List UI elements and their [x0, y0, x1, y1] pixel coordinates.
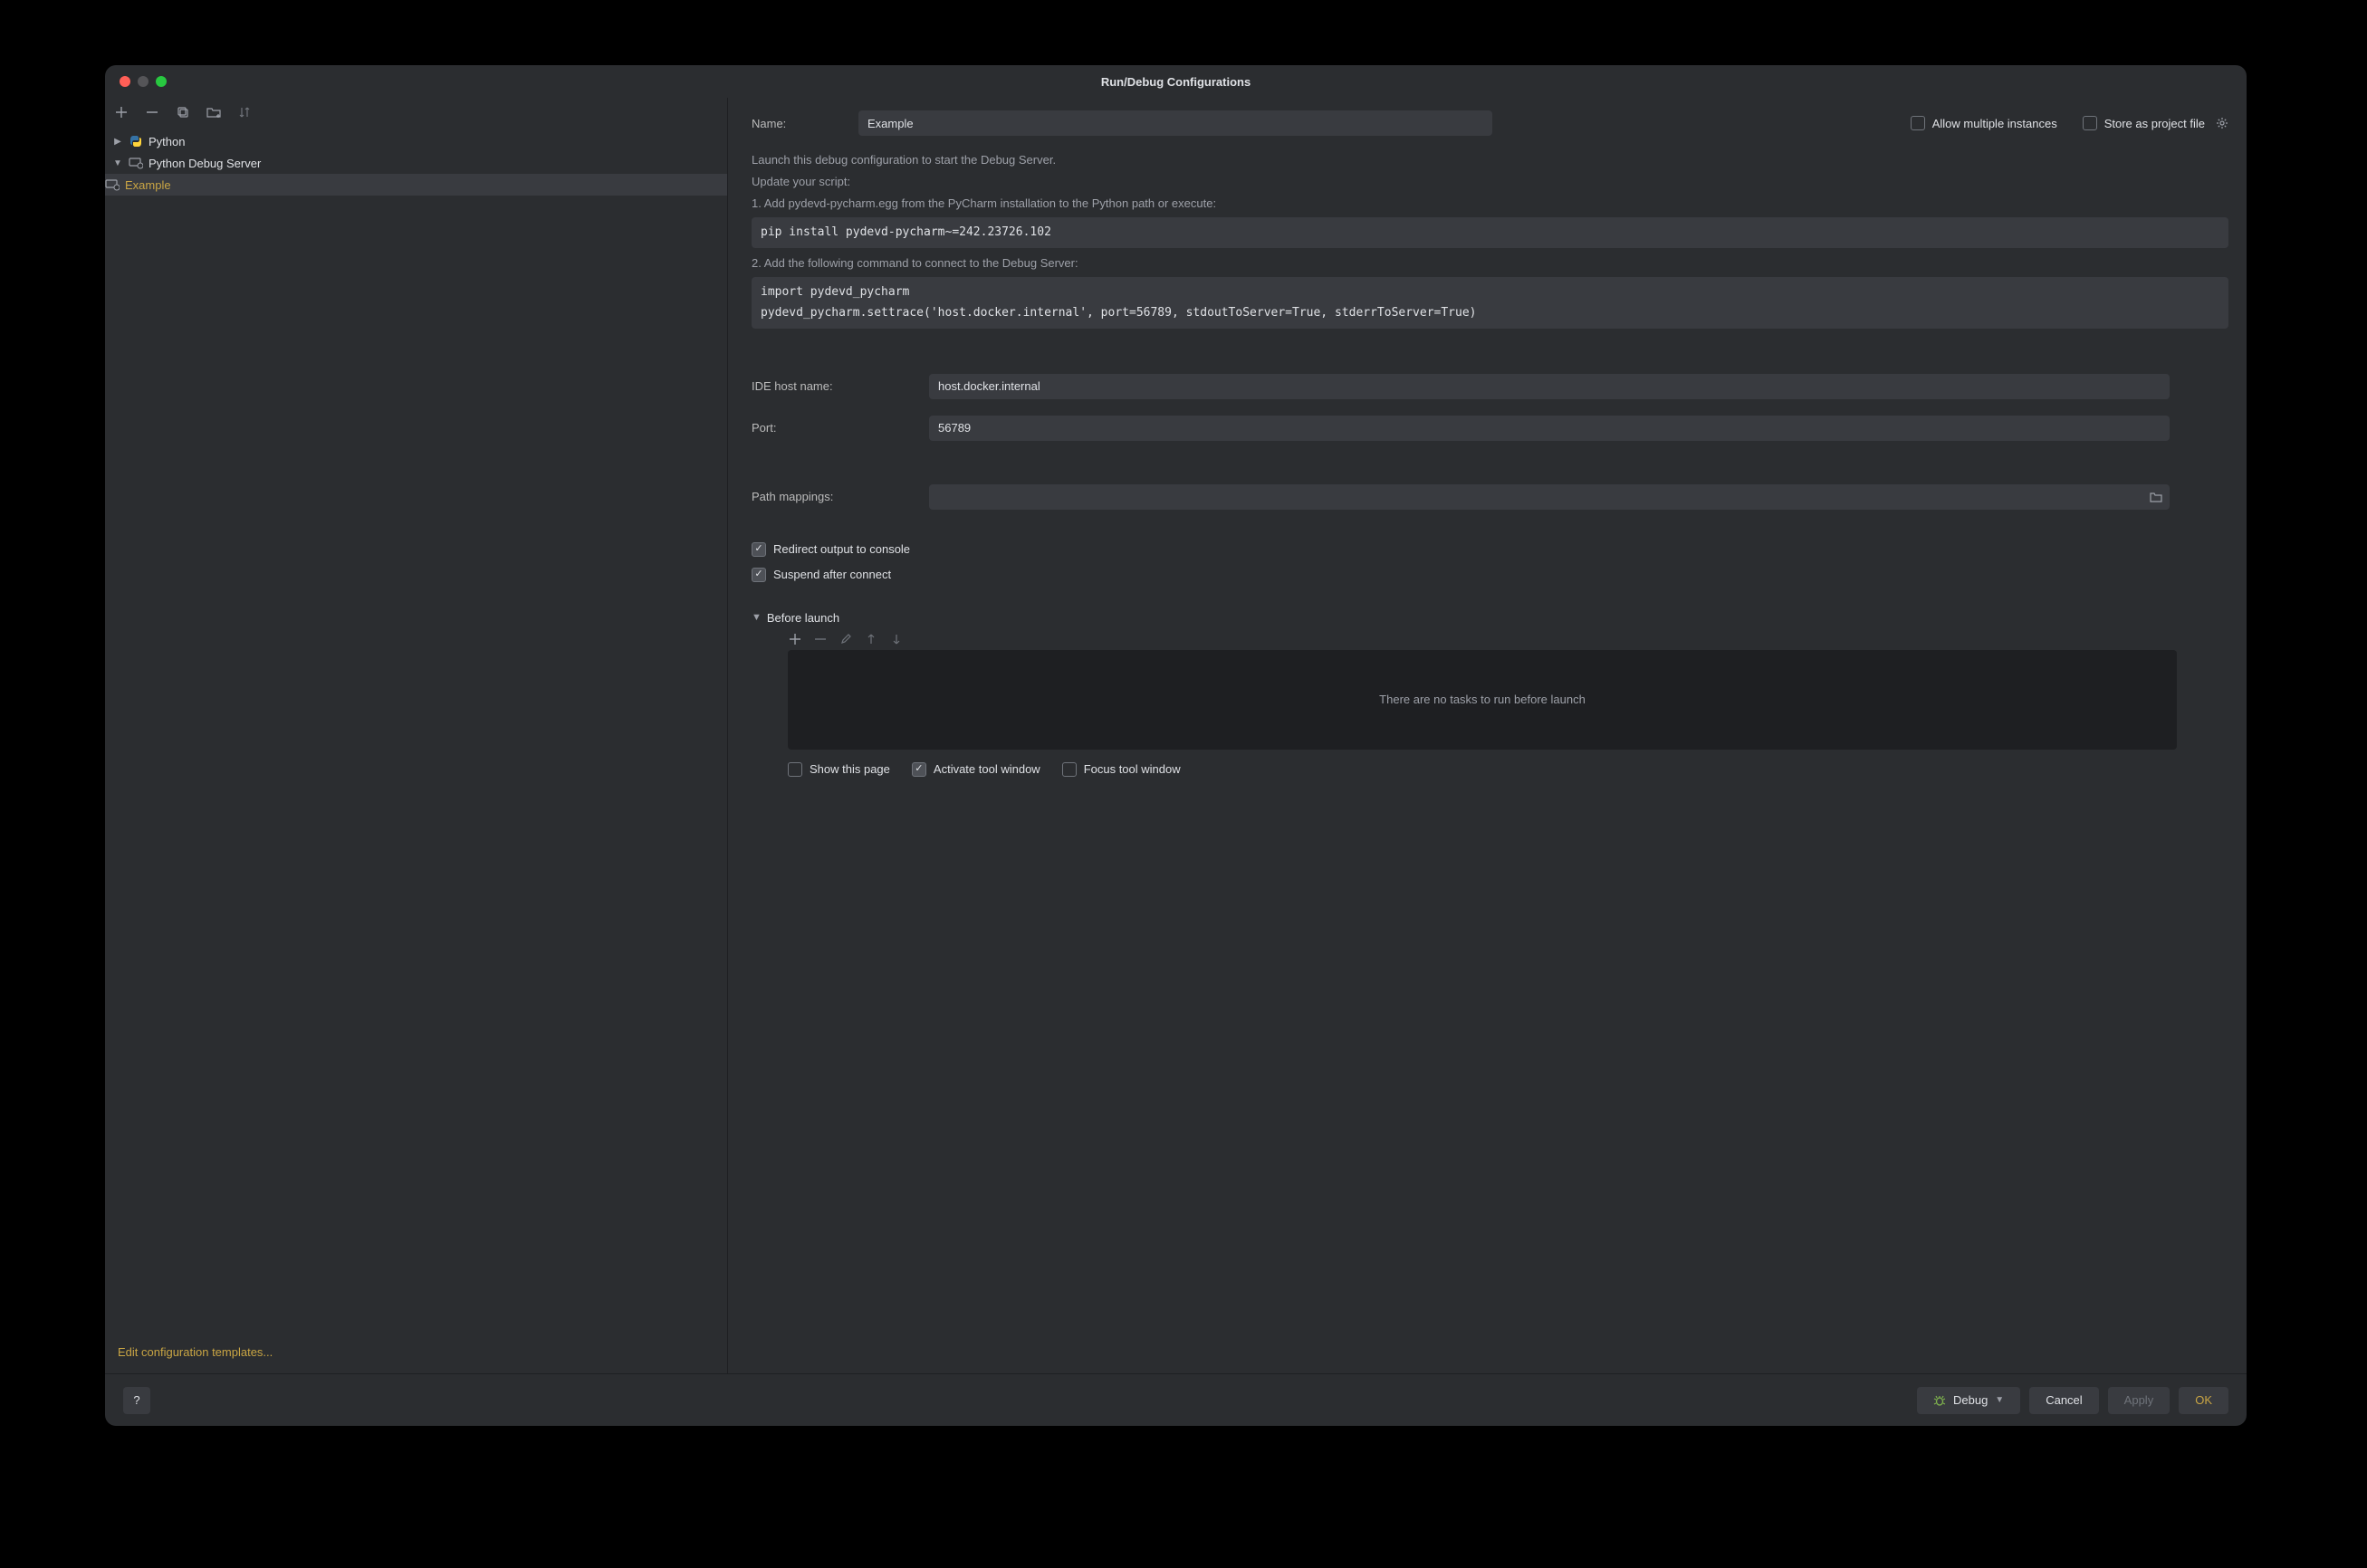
window-title: Run/Debug Configurations — [1101, 75, 1251, 89]
main-panel: Name: Allow multiple instances Store as … — [728, 98, 2247, 1373]
checkbox-icon — [752, 568, 766, 582]
down-icon — [891, 634, 902, 645]
debug-server-icon — [105, 177, 120, 192]
chevron-down-icon: ▼ — [112, 158, 123, 168]
chevron-down-icon: ▼ — [1995, 1395, 2004, 1405]
code-block: import pydevd_pycharm pydevd_pycharm.set… — [752, 277, 2228, 328]
tree-label: Python Debug Server — [149, 157, 261, 170]
redirect-output-checkbox[interactable]: Redirect output to console — [752, 542, 2228, 557]
edit-templates-link[interactable]: Edit configuration templates... — [105, 1334, 727, 1373]
path-mappings-input[interactable] — [929, 490, 2142, 503]
connection-settings: IDE host name: Port: Path mappings: — [752, 374, 2228, 510]
tree-node-debug-server[interactable]: ▼ Python Debug Server — [105, 152, 727, 174]
folder-icon[interactable] — [2142, 492, 2170, 502]
name-input[interactable] — [858, 110, 1492, 136]
boolean-options: Redirect output to console Suspend after… — [752, 542, 2228, 582]
remove-icon — [815, 634, 826, 645]
port-row: Port: — [752, 416, 2228, 441]
sidebar-toolbar — [105, 98, 727, 127]
before-launch-empty: There are no tasks to run before launch — [788, 650, 2177, 750]
description: Launch this debug configuration to start… — [752, 150, 2228, 334]
store-project-checkbox[interactable]: Store as project file — [2083, 116, 2228, 130]
launch-display-options: Show this page Activate tool window Focu… — [788, 762, 2228, 777]
maximize-window-icon[interactable] — [156, 76, 167, 87]
python-icon — [129, 134, 143, 148]
code-block: pip install pydevd-pycharm~=242.23726.10… — [752, 217, 2228, 248]
path-mappings-row: Path mappings: — [752, 484, 2228, 510]
suspend-after-connect-checkbox[interactable]: Suspend after connect — [752, 568, 2228, 582]
name-label: Name: — [752, 117, 858, 130]
checkbox-icon — [2083, 116, 2097, 130]
ok-button[interactable]: OK — [2179, 1387, 2228, 1414]
desc-line: Launch this debug configuration to start… — [752, 150, 2228, 170]
checkbox-label: Suspend after connect — [773, 568, 891, 581]
checkbox-label: Show this page — [810, 762, 890, 776]
debug-button[interactable]: Debug ▼ — [1917, 1387, 2020, 1414]
run-debug-config-window: Run/Debug Configurations — [105, 65, 2247, 1426]
checkbox-label: Activate tool window — [934, 762, 1040, 776]
checkbox-label: Focus tool window — [1084, 762, 1181, 776]
add-icon[interactable] — [790, 634, 800, 645]
port-label: Port: — [752, 421, 929, 435]
sort-icon[interactable] — [237, 105, 252, 120]
apply-button: Apply — [2108, 1387, 2171, 1414]
before-launch-header[interactable]: ▼ Before launch — [752, 611, 2228, 625]
checkbox-icon — [912, 762, 926, 777]
focus-tool-window-checkbox[interactable]: Focus tool window — [1062, 762, 1181, 777]
desc-line: 2. Add the following command to connect … — [752, 253, 2228, 273]
activate-tool-window-checkbox[interactable]: Activate tool window — [912, 762, 1040, 777]
section-label: Before launch — [767, 611, 839, 625]
before-launch-toolbar — [752, 625, 2228, 650]
tree-node-python[interactable]: ▶ Python — [105, 130, 727, 152]
gear-icon[interactable] — [2216, 117, 2228, 129]
config-tree: ▶ Python ▼ Python Debug Server — [105, 127, 727, 1334]
name-row: Name: Allow multiple instances Store as … — [752, 110, 2228, 136]
button-label: Debug — [1953, 1393, 1988, 1407]
path-input-wrapper — [929, 484, 2170, 510]
up-icon — [866, 634, 877, 645]
copy-icon[interactable] — [176, 105, 190, 120]
debug-server-icon — [129, 156, 143, 170]
checkbox-label: Redirect output to console — [773, 542, 910, 556]
tree-label: Example — [125, 178, 171, 192]
port-input[interactable] — [929, 416, 2170, 441]
bug-icon — [1933, 1394, 1946, 1407]
desc-line: Update your script: — [752, 172, 2228, 192]
before-launch-section: ▼ Before launch There are no tasks to ru… — [752, 611, 2228, 777]
host-label: IDE host name: — [752, 379, 929, 393]
edit-icon — [840, 634, 851, 645]
dialog-body: ▶ Python ▼ Python Debug Server — [105, 98, 2247, 1373]
allow-multiple-checkbox[interactable]: Allow multiple instances — [1911, 116, 2057, 130]
help-button[interactable]: ? — [123, 1387, 150, 1414]
show-this-page-checkbox[interactable]: Show this page — [788, 762, 890, 777]
folder-add-icon[interactable] — [206, 105, 221, 120]
path-label: Path mappings: — [752, 490, 929, 503]
cancel-button[interactable]: Cancel — [2029, 1387, 2098, 1414]
chevron-right-icon: ▶ — [112, 137, 123, 147]
add-icon[interactable] — [114, 105, 129, 120]
tree-node-example[interactable]: Example — [105, 174, 727, 196]
checkbox-icon — [1062, 762, 1077, 777]
chevron-down-icon: ▼ — [752, 612, 762, 623]
sidebar: ▶ Python ▼ Python Debug Server — [105, 98, 728, 1373]
checkbox-icon — [788, 762, 802, 777]
checkbox-label: Allow multiple instances — [1932, 117, 2057, 130]
checkbox-label: Store as project file — [2104, 117, 2205, 130]
titlebar: Run/Debug Configurations — [105, 65, 2247, 98]
close-window-icon[interactable] — [120, 76, 130, 87]
window-controls — [120, 76, 167, 87]
host-input[interactable] — [929, 374, 2170, 399]
footer: ? Debug ▼ Cancel Apply OK — [105, 1373, 2247, 1426]
minimize-window-icon[interactable] — [138, 76, 149, 87]
host-row: IDE host name: — [752, 374, 2228, 399]
desc-line: 1. Add pydevd-pycharm.egg from the PyCha… — [752, 194, 2228, 214]
checkbox-icon — [752, 542, 766, 557]
remove-icon[interactable] — [145, 105, 159, 120]
checkbox-icon — [1911, 116, 1925, 130]
tree-label: Python — [149, 135, 185, 148]
